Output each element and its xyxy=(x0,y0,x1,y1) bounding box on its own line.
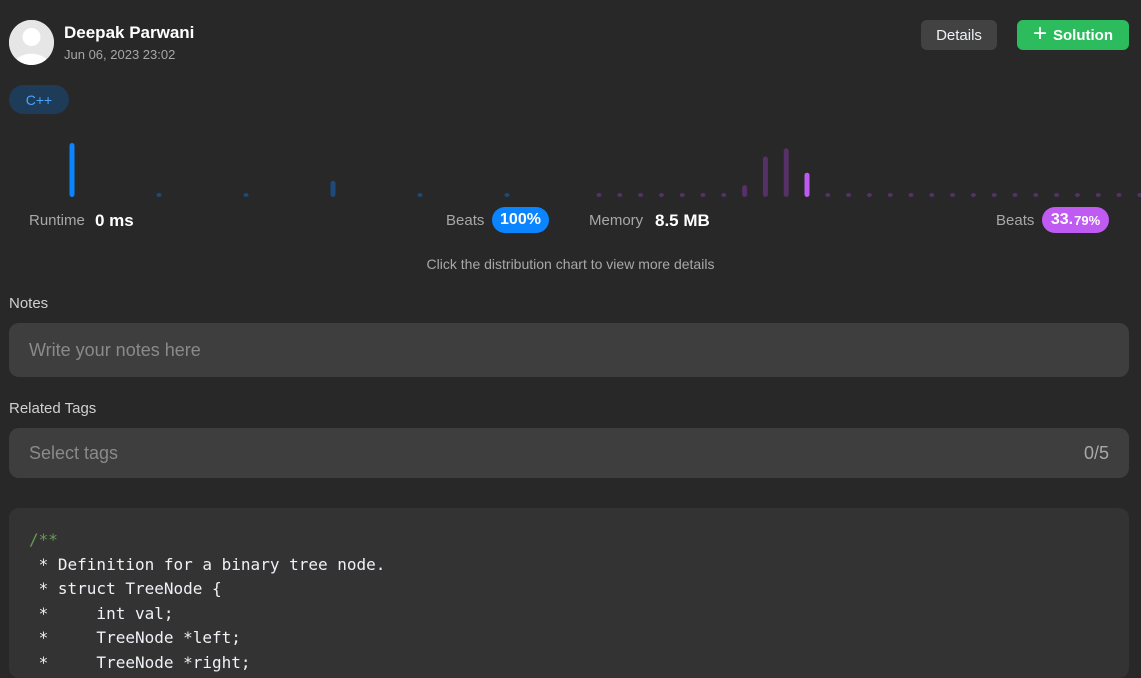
memory-beats-main: 33. xyxy=(1050,211,1074,228)
memory-distribution-bar[interactable] xyxy=(1054,193,1060,197)
tags-select[interactable]: Select tags 0/5 xyxy=(9,428,1129,478)
memory-distribution-bar[interactable] xyxy=(1116,193,1122,197)
memory-value: 8.5 MB xyxy=(655,211,710,230)
runtime-distribution-bar[interactable] xyxy=(243,193,249,197)
runtime-value: 0 ms xyxy=(95,211,134,230)
runtime-distribution-bar[interactable] xyxy=(330,180,336,197)
memory-distribution-bar[interactable] xyxy=(658,193,664,197)
code-line: * TreeNode *right; xyxy=(29,652,251,672)
user-name[interactable]: Deepak Parwani xyxy=(64,23,194,43)
submission-date: Jun 06, 2023 23:02 xyxy=(64,47,176,62)
runtime-distribution-bar[interactable] xyxy=(69,143,75,197)
memory-distribution-bar[interactable] xyxy=(1074,193,1080,197)
memory-distribution-bar[interactable] xyxy=(596,193,602,197)
memory-label: Memory xyxy=(589,212,644,229)
code-block[interactable]: /** * Definition for a binary tree node.… xyxy=(9,508,1129,678)
memory-distribution-bar[interactable] xyxy=(970,193,976,197)
memory-distribution-bar[interactable] xyxy=(638,193,644,197)
memory-distribution-bar[interactable] xyxy=(721,193,727,197)
memory-distribution-bar[interactable] xyxy=(1012,193,1018,197)
memory-distribution-bar[interactable] xyxy=(846,193,852,197)
notes-input[interactable] xyxy=(9,323,1129,377)
language-badge: C++ xyxy=(9,85,69,114)
memory-distribution-bar[interactable] xyxy=(825,193,831,197)
runtime-beats-badge: 100% xyxy=(492,207,549,233)
plus-icon: + xyxy=(1032,20,1047,47)
memory-distribution-bar[interactable] xyxy=(762,156,768,198)
memory-distribution-bar[interactable] xyxy=(929,193,935,197)
code-line: * int val; xyxy=(29,603,174,623)
memory-beats-label: Beats xyxy=(996,212,1035,229)
runtime-distribution-bar[interactable] xyxy=(417,193,423,197)
memory-beats-decimal: 79% xyxy=(1074,212,1101,228)
notes-label: Notes xyxy=(9,295,49,312)
memory-distribution-bar[interactable] xyxy=(866,193,872,197)
memory-distribution-bar[interactable] xyxy=(742,185,748,197)
details-button[interactable]: Details xyxy=(921,20,997,50)
memory-distribution-bar[interactable] xyxy=(991,193,997,197)
tags-count: 0/5 xyxy=(1083,442,1109,463)
code-line: * struct TreeNode { xyxy=(29,579,222,598)
user-avatar-icon xyxy=(9,20,54,65)
runtime-distribution-bar[interactable] xyxy=(156,193,162,197)
memory-distribution-bar[interactable] xyxy=(950,193,956,197)
code-line: * Definition for a binary tree node. xyxy=(29,554,386,574)
solution-button-label: Solution xyxy=(1053,26,1113,44)
solution-button[interactable]: + Solution xyxy=(1017,20,1129,50)
memory-distribution-bar[interactable] xyxy=(783,148,789,197)
code-line: /** xyxy=(29,530,58,549)
memory-distribution-bar[interactable] xyxy=(700,193,706,197)
tags-placeholder: Select tags xyxy=(29,442,119,463)
memory-distribution-bar[interactable] xyxy=(1095,193,1101,197)
distribution-hint: Click the distribution chart to view mor… xyxy=(426,256,715,272)
memory-distribution-bar[interactable] xyxy=(617,193,623,197)
distribution-chart[interactable] xyxy=(0,125,1141,205)
memory-distribution-bar[interactable] xyxy=(1033,193,1039,197)
related-tags-label: Related Tags xyxy=(9,400,97,417)
memory-distribution-bar[interactable] xyxy=(887,193,893,197)
memory-distribution-bar[interactable] xyxy=(679,193,685,197)
memory-distribution-bar[interactable] xyxy=(908,193,914,197)
runtime-label: Runtime xyxy=(29,212,85,229)
memory-beats-badge: 33. 79% xyxy=(1042,207,1109,233)
memory-distribution-bar[interactable] xyxy=(804,172,810,197)
user-avatar[interactable] xyxy=(9,20,54,65)
code-line: * TreeNode *left; xyxy=(29,628,241,647)
runtime-distribution-bar[interactable] xyxy=(504,193,510,197)
memory-distribution-bar[interactable] xyxy=(1137,193,1141,197)
runtime-beats-label: Beats xyxy=(446,212,485,229)
